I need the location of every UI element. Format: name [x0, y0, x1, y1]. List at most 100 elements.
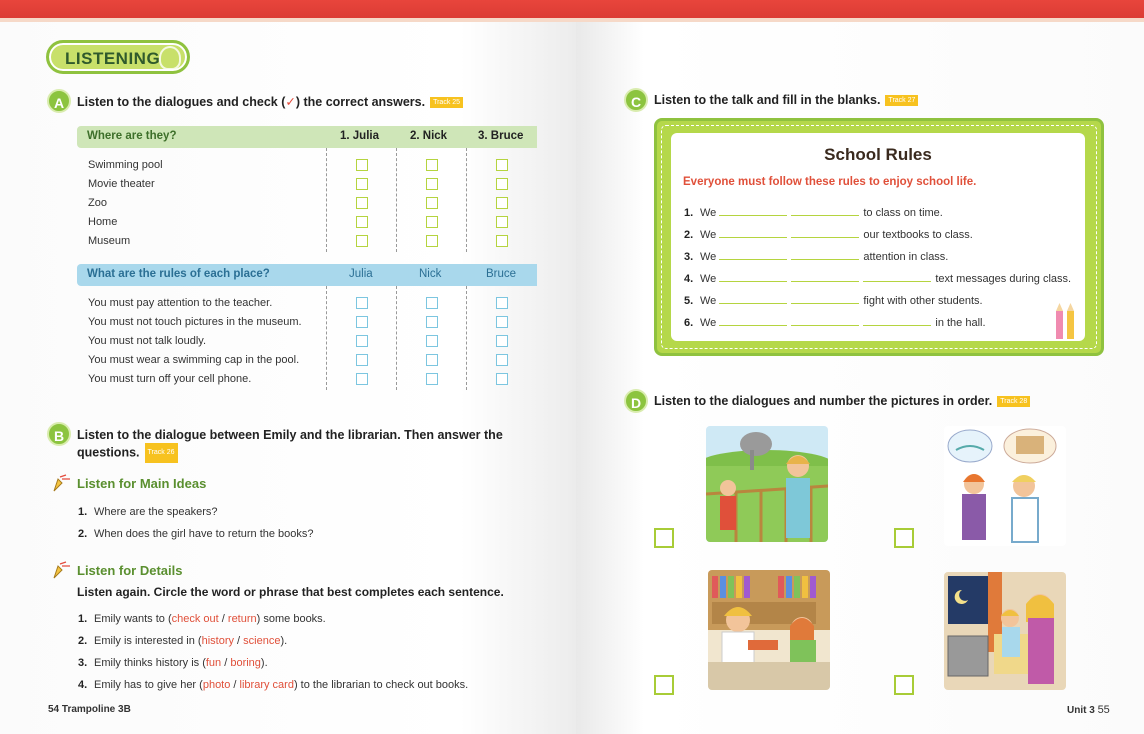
checkbox[interactable] [426, 197, 438, 209]
blank-field[interactable] [719, 250, 788, 260]
check-symbol: ✓ [285, 95, 296, 109]
checkbox[interactable] [426, 216, 438, 228]
table-row: Zoo [88, 197, 107, 209]
checkbox[interactable] [356, 235, 368, 247]
option[interactable]: science [243, 635, 280, 647]
details-heading: Listen for Details [77, 563, 183, 578]
blank-field[interactable] [791, 272, 860, 282]
checkbox[interactable] [426, 335, 438, 347]
table-row: You must not talk loudly. [88, 335, 207, 347]
checkbox[interactable] [426, 297, 438, 309]
checkbox[interactable] [496, 373, 508, 385]
checkbox[interactable] [426, 235, 438, 247]
checkbox[interactable] [496, 354, 508, 366]
checkbox[interactable] [356, 178, 368, 190]
pencil-icon [52, 473, 74, 493]
left-page: LISTENING A Listen to the dialogues and … [0, 22, 576, 734]
checkbox[interactable] [356, 316, 368, 328]
table-row: You must not touch pictures in the museu… [88, 316, 302, 328]
section-a-instruction: Listen to the dialogues and check (✓) th… [77, 94, 464, 109]
blank-field[interactable] [719, 206, 788, 216]
rule-line: 5. We fight with other students. [684, 294, 983, 307]
checkbox[interactable] [356, 197, 368, 209]
right-page: C Listen to the talk and fill in the bla… [576, 22, 1144, 734]
table2-header-nick: Nick [419, 268, 442, 280]
number-box[interactable] [894, 675, 914, 695]
blank-field[interactable] [791, 316, 860, 326]
section-c-instruction: Listen to the talk and fill in the blank… [654, 93, 919, 107]
list-item: 2. When does the girl have to return the … [78, 528, 314, 540]
checkbox[interactable] [426, 316, 438, 328]
checkbox[interactable] [356, 373, 368, 385]
checkbox[interactable] [356, 354, 368, 366]
blank-field[interactable] [863, 316, 932, 326]
checkbox[interactable] [496, 159, 508, 171]
rule-line: 1. We to class on time. [684, 206, 943, 219]
checkbox[interactable] [496, 335, 508, 347]
ear-icon [159, 46, 181, 70]
top-bar [0, 0, 1144, 22]
table-row: You must turn off your cell phone. [88, 373, 252, 385]
rule-line: 4. We text messages during class. [684, 272, 1072, 285]
rule-line: 2. We our textbooks to class. [684, 228, 973, 241]
blank-field[interactable] [719, 294, 788, 304]
track-badge: Track 26 [144, 443, 178, 463]
blank-field[interactable] [863, 272, 932, 282]
option[interactable]: library card [240, 679, 294, 691]
bedroom-picture [944, 572, 1066, 690]
divider [326, 148, 327, 252]
divider [466, 148, 467, 252]
checkbox[interactable] [496, 197, 508, 209]
table-row: Home [88, 216, 118, 228]
option[interactable]: history [202, 635, 234, 647]
table2-header: What are the rules of each place? Julia … [77, 264, 537, 286]
blank-field[interactable] [719, 272, 788, 282]
details-instruction: Listen again. Circle the word or phrase … [77, 585, 504, 599]
section-d-instruction: Listen to the dialogues and number the p… [654, 394, 1031, 408]
option[interactable]: fun [206, 657, 221, 669]
list-item: 1. Emily wants to (check out / return) so… [78, 613, 326, 625]
checkbox[interactable] [496, 297, 508, 309]
blank-field[interactable] [791, 294, 860, 304]
checkbox[interactable] [356, 335, 368, 347]
checkbox[interactable] [426, 373, 438, 385]
divider [326, 286, 327, 390]
checkbox[interactable] [426, 159, 438, 171]
checkbox[interactable] [496, 235, 508, 247]
checkbox[interactable] [426, 178, 438, 190]
number-box[interactable] [654, 528, 674, 548]
table2-header-question: What are the rules of each place? [87, 268, 270, 280]
option[interactable]: return [228, 613, 257, 625]
blank-field[interactable] [791, 228, 860, 238]
divider [396, 286, 397, 390]
blank-field[interactable] [719, 228, 788, 238]
list-item: 2. Emily is interested in (history / scie… [78, 635, 288, 647]
checkbox[interactable] [426, 354, 438, 366]
rule-line: 6. We in the hall. [684, 316, 986, 329]
blank-field[interactable] [791, 250, 860, 260]
divider [396, 148, 397, 252]
option[interactable]: check out [172, 613, 219, 625]
blank-field[interactable] [791, 206, 860, 216]
checkbox[interactable] [496, 316, 508, 328]
section-d-badge: D [624, 389, 648, 413]
checkbox[interactable] [496, 216, 508, 228]
checkbox[interactable] [356, 216, 368, 228]
table-row: Movie theater [88, 178, 155, 190]
pencils-icon [1053, 303, 1079, 339]
card-title: School Rules [824, 145, 932, 164]
school-rules-card: School Rules Everyone must follow these … [654, 118, 1104, 356]
number-box[interactable] [894, 528, 914, 548]
card-subtitle: Everyone must follow these rules to enjo… [683, 176, 977, 188]
option[interactable]: photo [203, 679, 231, 691]
zoo-picture [706, 426, 828, 542]
checkbox[interactable] [356, 297, 368, 309]
checkbox[interactable] [356, 159, 368, 171]
number-box[interactable] [654, 675, 674, 695]
option[interactable]: boring [230, 657, 261, 669]
checkbox[interactable] [496, 178, 508, 190]
library-picture [708, 570, 830, 690]
table2-header-julia: Julia [349, 268, 373, 280]
section-a-badge: A [47, 89, 71, 113]
blank-field[interactable] [719, 316, 788, 326]
